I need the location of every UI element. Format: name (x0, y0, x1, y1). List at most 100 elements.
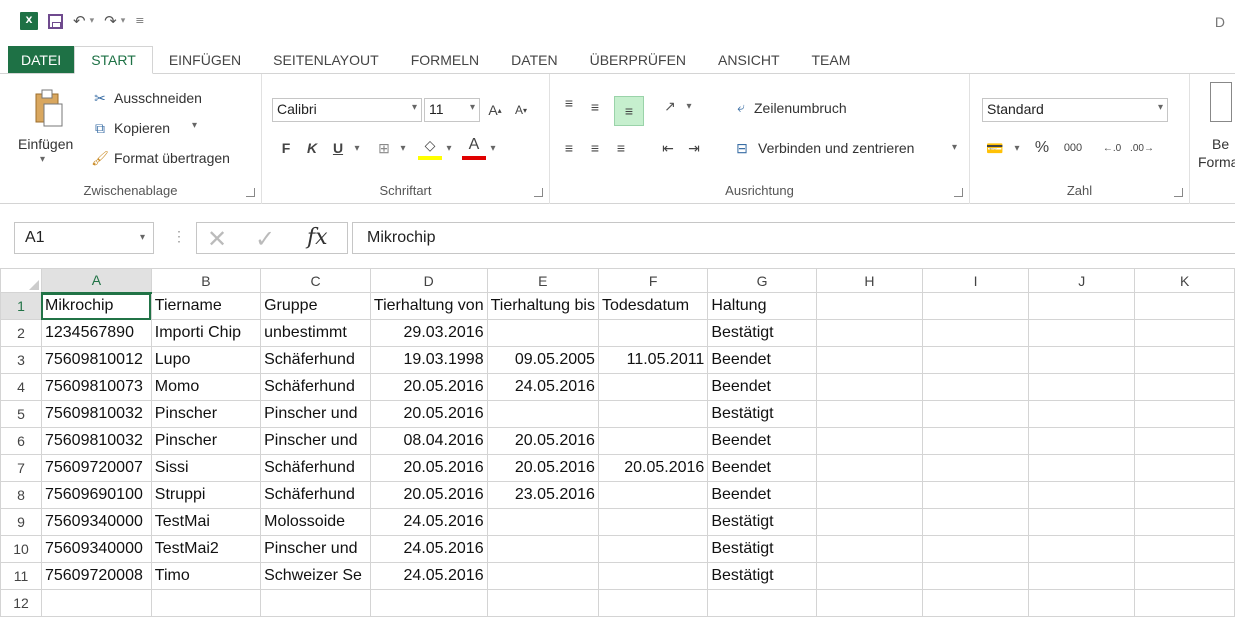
formula-bar-resize-icon[interactable]: ⋮ (172, 228, 186, 245)
cell-b8[interactable]: Struppi (150, 481, 262, 509)
conditional-formatting-label-2[interactable]: Forma (1198, 154, 1235, 170)
cell-b6[interactable]: Pinscher (150, 427, 262, 455)
cell-k2[interactable] (1134, 319, 1235, 347)
cell-a10[interactable]: 75609340000 (40, 535, 152, 563)
cell-h8[interactable] (815, 481, 924, 509)
conditional-formatting-icon[interactable] (1210, 82, 1232, 122)
row-header[interactable]: 1 (0, 292, 42, 320)
clipboard-launcher-icon[interactable] (246, 188, 255, 197)
cell-b4[interactable]: Momo (150, 373, 262, 401)
cell-h6[interactable] (815, 427, 924, 455)
shrink-font-icon[interactable]: A ▾ (510, 98, 532, 122)
row-header[interactable]: 2 (0, 319, 42, 347)
cell-a12[interactable] (40, 589, 152, 617)
tab-home[interactable]: START (74, 46, 153, 74)
fill-color-dropdown-icon[interactable]: ▾ (442, 136, 456, 160)
underline-dropdown-icon[interactable]: ▾ (350, 136, 364, 160)
cell-h12[interactable] (815, 589, 924, 617)
paste-dropdown-icon[interactable]: ▾ (40, 154, 45, 165)
cell-h5[interactable] (815, 400, 924, 428)
cell-e10[interactable] (486, 535, 599, 563)
cell-b10[interactable]: TestMai2 (150, 535, 262, 563)
cell-h4[interactable] (815, 373, 924, 401)
font-color-dropdown-icon[interactable]: ▾ (486, 136, 500, 160)
cell-e7[interactable]: 20.05.2016 (486, 454, 599, 482)
currency-icon[interactable]: 💳 (982, 136, 1008, 160)
cell-k1[interactable] (1134, 292, 1235, 320)
cell-h10[interactable] (815, 535, 924, 563)
row-header[interactable]: 5 (0, 400, 42, 428)
align-top-icon[interactable]: ≡ (558, 92, 580, 114)
cell-d3[interactable]: 19.03.1998 (369, 346, 488, 374)
column-header-d[interactable]: D (369, 268, 488, 293)
cell-h1[interactable] (815, 292, 924, 320)
cell-k12[interactable] (1134, 589, 1235, 617)
enter-icon[interactable]: ✓ (255, 225, 275, 254)
row-header[interactable]: 11 (0, 562, 42, 590)
increase-decimal-icon[interactable]: ←.0 (1098, 136, 1126, 160)
cell-g3[interactable]: Beendet (707, 346, 817, 374)
cell-d10[interactable]: 24.05.2016 (369, 535, 488, 563)
cell-c9[interactable]: Molossoide (260, 508, 371, 536)
cell-g4[interactable]: Beendet (707, 373, 817, 401)
undo-icon[interactable]: ↶ (73, 12, 86, 30)
column-header-e[interactable]: E (486, 268, 599, 293)
align-center-icon[interactable]: ≡ (584, 136, 606, 160)
cell-d5[interactable]: 20.05.2016 (369, 400, 488, 428)
cell-i9[interactable] (922, 508, 1030, 536)
cell-h7[interactable] (815, 454, 924, 482)
cell-e9[interactable] (486, 508, 599, 536)
cell-i12[interactable] (922, 589, 1030, 617)
cell-g7[interactable]: Beendet (707, 454, 817, 482)
orientation-icon[interactable]: ↗ (658, 94, 682, 118)
underline-button[interactable]: U (328, 136, 348, 160)
cell-i2[interactable] (922, 319, 1030, 347)
cell-f1[interactable]: Todesdatum (597, 292, 709, 320)
cell-h9[interactable] (815, 508, 924, 536)
font-color-icon[interactable]: A (462, 134, 486, 160)
cell-f5[interactable] (597, 400, 709, 428)
tab-insert[interactable]: EINFÜGEN (153, 46, 257, 74)
tab-formulas[interactable]: FORMELN (395, 46, 495, 74)
cell-c5[interactable]: Pinscher und (260, 400, 371, 428)
cell-c11[interactable]: Schweizer Se (260, 562, 371, 590)
conditional-formatting-label-1[interactable]: Be (1212, 136, 1229, 152)
cell-h3[interactable] (815, 346, 924, 374)
cell-j1[interactable] (1028, 292, 1136, 320)
column-header-g[interactable]: G (707, 268, 817, 293)
cell-b5[interactable]: Pinscher (150, 400, 262, 428)
fill-color-icon[interactable]: ◇ (418, 134, 442, 160)
cell-b11[interactable]: Timo (150, 562, 262, 590)
cell-a5[interactable]: 75609810032 (40, 400, 152, 428)
cell-i10[interactable] (922, 535, 1030, 563)
cell-g6[interactable]: Beendet (707, 427, 817, 455)
cell-i6[interactable] (922, 427, 1030, 455)
cell-k3[interactable] (1134, 346, 1235, 374)
border-dropdown-icon[interactable]: ▾ (396, 136, 410, 160)
align-middle-icon[interactable]: ≡ (584, 96, 606, 118)
font-name-select[interactable]: Calibri ▾ (272, 98, 422, 122)
row-header[interactable]: 3 (0, 346, 42, 374)
cell-j7[interactable] (1028, 454, 1136, 482)
column-header-a[interactable]: A (40, 268, 152, 294)
row-header[interactable]: 8 (0, 481, 42, 509)
cell-f10[interactable] (597, 535, 709, 563)
copy-dropdown-icon[interactable]: ▾ (192, 120, 197, 131)
cell-b2[interactable]: Importi Chip (150, 319, 262, 347)
cell-f8[interactable] (597, 481, 709, 509)
align-bottom-icon[interactable]: ≡ (614, 96, 644, 126)
cell-e5[interactable] (486, 400, 599, 428)
column-header-b[interactable]: B (150, 268, 262, 293)
cell-e12[interactable] (486, 589, 599, 617)
cell-d6[interactable]: 08.04.2016 (369, 427, 488, 455)
cell-f6[interactable] (597, 427, 709, 455)
formula-input[interactable]: Mikrochip (352, 222, 1235, 254)
cell-d7[interactable]: 20.05.2016 (369, 454, 488, 482)
cell-a2[interactable]: 1234567890 (40, 319, 152, 347)
cell-e2[interactable] (486, 319, 599, 347)
cell-d11[interactable]: 24.05.2016 (369, 562, 488, 590)
cell-j3[interactable] (1028, 346, 1136, 374)
redo-dropdown-icon[interactable]: ▾ (121, 16, 126, 26)
border-icon[interactable]: ⊞ (372, 136, 396, 160)
number-format-select[interactable]: Standard ▾ (982, 98, 1168, 122)
